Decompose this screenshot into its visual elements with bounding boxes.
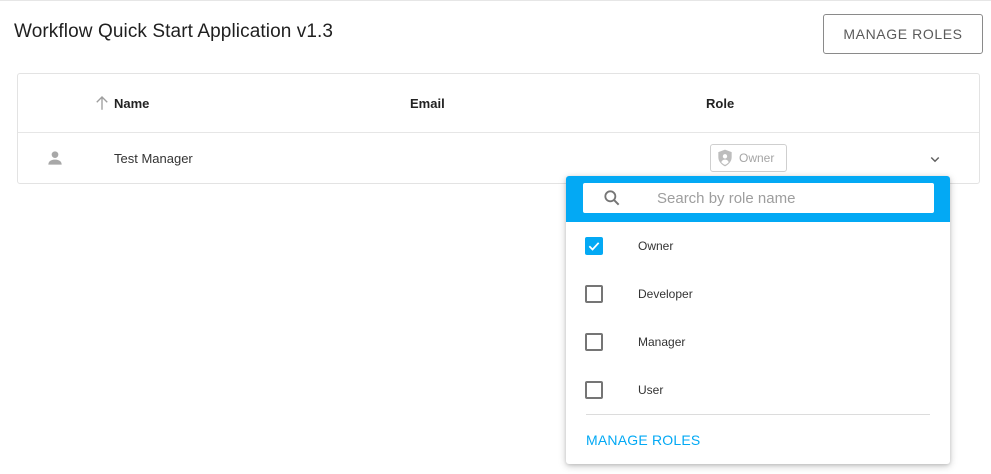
column-header-email[interactable]: Email <box>410 96 445 111</box>
divider <box>586 414 930 415</box>
role-option-label: Manager <box>638 335 686 349</box>
app-frame: Workflow Quick Start Application v1.3 MA… <box>0 0 991 474</box>
role-search-bar <box>566 176 950 222</box>
manage-roles-link[interactable]: MANAGE ROLES <box>586 432 700 448</box>
column-header-name[interactable]: Name <box>114 96 149 111</box>
user-name: Test Manager <box>114 151 193 166</box>
table-header: Name Email Role <box>18 74 979 133</box>
chevron-down-icon[interactable] <box>926 150 944 168</box>
manage-roles-button[interactable]: MANAGE ROLES <box>823 14 983 54</box>
person-icon <box>48 151 62 165</box>
role-search-box <box>583 183 934 213</box>
role-dropdown: Owner Developer Manager User MANAGE ROLE… <box>566 176 950 464</box>
search-icon <box>604 190 620 206</box>
checkbox-unchecked[interactable] <box>585 285 603 303</box>
role-option-developer[interactable]: Developer <box>566 270 950 318</box>
checkbox-checked[interactable] <box>585 237 603 255</box>
role-option-owner[interactable]: Owner <box>566 222 950 270</box>
role-option-label: User <box>638 383 664 397</box>
role-option-manager[interactable]: Manager <box>566 318 950 366</box>
arrow-up-icon[interactable] <box>93 94 111 112</box>
users-table: Name Email Role Test Manager Owner <box>17 73 980 184</box>
shield-person-icon <box>718 149 732 167</box>
role-chip-label: Owner <box>739 151 775 165</box>
role-search-input[interactable] <box>657 186 927 210</box>
checkbox-unchecked[interactable] <box>585 381 603 399</box>
role-chip[interactable]: Owner <box>710 144 787 172</box>
role-option-label: Owner <box>638 239 674 253</box>
column-header-role[interactable]: Role <box>706 96 734 111</box>
role-option-label: Developer <box>638 287 693 301</box>
role-option-user[interactable]: User <box>566 366 950 414</box>
checkbox-unchecked[interactable] <box>585 333 603 351</box>
check-icon <box>588 242 600 251</box>
page-title: Workflow Quick Start Application v1.3 <box>14 21 334 42</box>
